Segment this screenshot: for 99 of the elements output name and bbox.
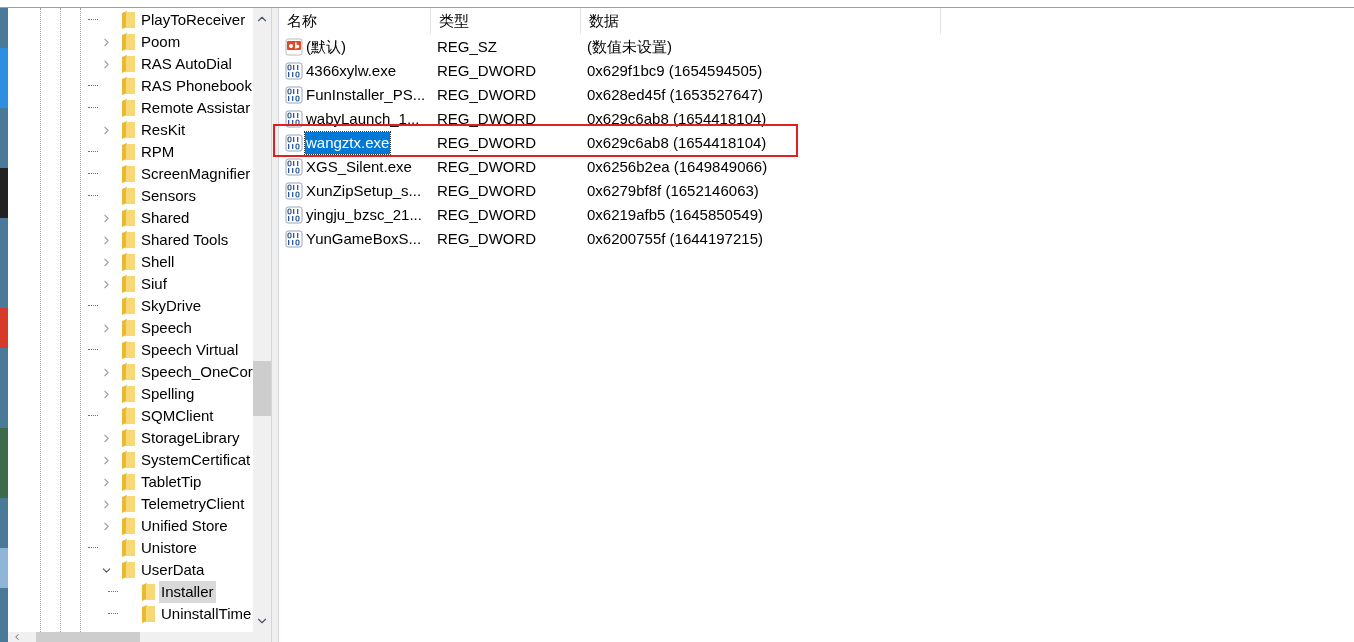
column-header[interactable]: 名称 xyxy=(279,8,431,34)
table-cell-text: REG_DWORD xyxy=(436,204,538,225)
tree-item[interactable]: RAS Phonebook xyxy=(139,75,253,97)
tree-item[interactable]: ScreenMagnifier xyxy=(139,163,253,185)
tree-item[interactable]: UninstallTime xyxy=(159,603,253,625)
tree-item[interactable]: Siuf xyxy=(139,273,169,295)
folder-icon xyxy=(121,253,135,271)
tree-item[interactable]: SQMClient xyxy=(139,405,216,427)
table-cell-text: (数值未设置) xyxy=(586,36,673,57)
tree-item[interactable]: Speech Virtual xyxy=(139,339,241,361)
tree-item[interactable]: PlayToReceiver xyxy=(139,9,248,31)
folder-icon xyxy=(121,385,135,403)
table-cell-text: 0x6279bf8f (1652146063) xyxy=(586,180,760,201)
tree-item[interactable]: ResKit xyxy=(139,119,188,141)
folder-icon xyxy=(121,495,135,513)
folder-icon xyxy=(121,231,135,249)
folder-icon xyxy=(121,99,135,117)
tree-item[interactable]: Shared xyxy=(139,207,192,229)
table-cell-text: 0x629c6ab8 (1654418104) xyxy=(586,108,768,129)
value-name[interactable]: wangztx.exe xyxy=(305,131,391,155)
binary-value-icon xyxy=(285,206,303,224)
tree-item[interactable]: Shell xyxy=(139,251,177,273)
tree-item[interactable]: SkyDrive xyxy=(139,295,203,317)
table-cell-text: REG_DWORD xyxy=(436,84,538,105)
folder-icon xyxy=(121,539,135,557)
folder-icon xyxy=(121,407,135,425)
tree-item[interactable]: Speech xyxy=(139,317,194,339)
folder-icon xyxy=(121,319,135,337)
value-name[interactable]: FunInstaller_PS... xyxy=(305,83,427,107)
folder-icon xyxy=(121,121,135,139)
folder-icon xyxy=(121,297,135,315)
table-cell-text: 0x6256b2ea (1649849066) xyxy=(586,156,769,177)
folder-icon xyxy=(121,363,135,381)
table-cell-text: 0x628ed45f (1653527647) xyxy=(586,84,764,105)
binary-value-icon xyxy=(285,62,303,80)
table-cell-text: REG_DWORD xyxy=(436,108,538,129)
folder-icon xyxy=(121,143,135,161)
tree-item[interactable]: RAS AutoDial xyxy=(139,53,234,75)
vertical-scrollbar[interactable] xyxy=(253,8,271,632)
table-cell-text: 0x629f1bc9 (1654594505) xyxy=(586,60,764,81)
tree-item[interactable]: Unistore xyxy=(139,537,199,559)
folder-icon xyxy=(121,341,135,359)
binary-value-icon xyxy=(285,182,303,200)
scroll-thumb[interactable] xyxy=(36,632,140,642)
value-name[interactable]: yingju_bzsc_21... xyxy=(305,203,423,227)
folder-icon xyxy=(121,561,135,579)
folder-icon xyxy=(121,429,135,447)
tree-item[interactable]: StorageLibrary xyxy=(139,427,242,449)
tree-item[interactable]: UserData xyxy=(139,559,207,581)
folder-icon xyxy=(121,33,135,51)
table-cell-text: 0x629c6ab8 (1654418104) xyxy=(586,132,768,153)
table-cell-text: REG_DWORD xyxy=(436,180,538,201)
table-cell-text: REG_SZ xyxy=(436,36,498,57)
tree-item[interactable]: Remote Assistar xyxy=(139,97,253,119)
folder-icon xyxy=(141,605,155,623)
folder-icon xyxy=(121,517,135,535)
binary-value-icon xyxy=(285,230,303,248)
tree-item[interactable]: RPM xyxy=(139,141,177,163)
tree-item[interactable]: Sensors xyxy=(139,185,199,207)
tree-item[interactable]: Spelling xyxy=(139,383,197,405)
binary-value-icon xyxy=(285,158,303,176)
scroll-left-icon[interactable] xyxy=(12,632,22,642)
table-cell-text: 0x6219afb5 (1645850549) xyxy=(586,204,764,225)
column-header[interactable]: 类型 xyxy=(431,8,581,34)
tree-item[interactable]: Poom xyxy=(139,31,183,53)
column-header[interactable]: 数据 xyxy=(581,8,941,34)
table-cell-text: 0x6200755f (1644197215) xyxy=(586,228,764,249)
folder-icon xyxy=(141,583,155,601)
tree-item[interactable]: TelemetryClient xyxy=(139,493,247,515)
table-cell-text: REG_DWORD xyxy=(436,132,538,153)
folder-icon xyxy=(121,275,135,293)
folder-icon xyxy=(121,187,135,205)
value-name[interactable]: (默认) xyxy=(305,35,347,59)
tree-item[interactable]: Shared Tools xyxy=(139,229,231,251)
string-value-icon xyxy=(285,38,303,56)
tree-item[interactable]: SystemCertificat xyxy=(139,449,253,471)
value-name[interactable]: 4366xylw.exe xyxy=(305,59,398,83)
folder-icon xyxy=(121,55,135,73)
folder-icon xyxy=(121,473,135,491)
folder-icon xyxy=(121,77,135,95)
table-cell-text: REG_DWORD xyxy=(436,60,538,81)
binary-value-icon xyxy=(285,86,303,104)
tree-item[interactable]: TabletTip xyxy=(139,471,204,493)
table-cell-text: REG_DWORD xyxy=(436,228,538,249)
tree-item[interactable]: Unified Store xyxy=(139,515,230,537)
value-name[interactable]: XunZipSetup_s... xyxy=(305,179,423,203)
table-cell-text: REG_DWORD xyxy=(436,156,538,177)
binary-value-icon xyxy=(285,134,303,152)
value-name[interactable]: YunGameBoxS... xyxy=(305,227,423,251)
horizontal-scrollbar[interactable] xyxy=(8,632,271,642)
value-name[interactable]: wabyLaunch_1... xyxy=(305,107,421,131)
folder-icon xyxy=(121,11,135,29)
tree-item[interactable]: Installer xyxy=(159,581,216,603)
scroll-thumb[interactable] xyxy=(253,361,271,416)
folder-icon xyxy=(121,209,135,227)
value-name[interactable]: XGS_Silent.exe xyxy=(305,155,413,179)
folder-icon xyxy=(121,165,135,183)
folder-icon xyxy=(121,451,135,469)
tree-item[interactable]: Speech_OneCor xyxy=(139,361,253,383)
